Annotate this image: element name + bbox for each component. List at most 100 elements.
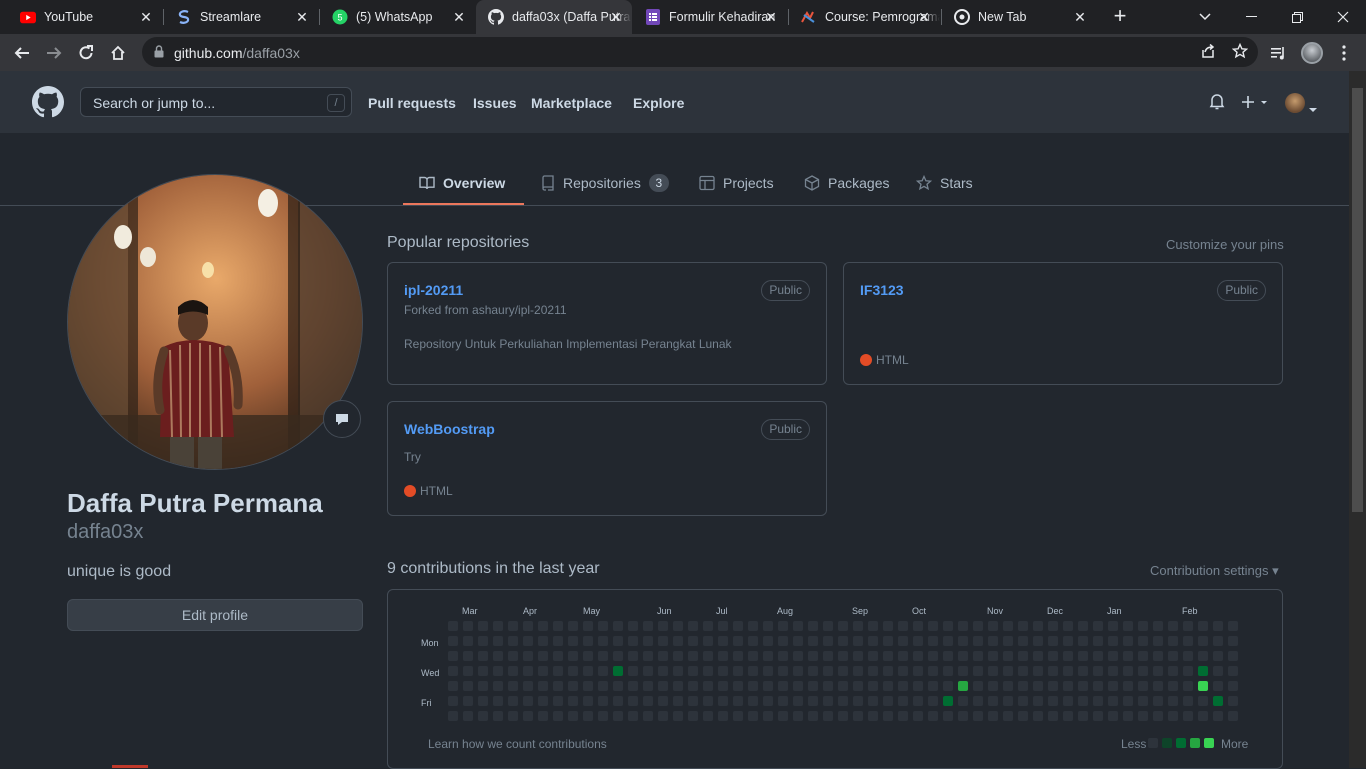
set-status-button[interactable] [323, 400, 361, 438]
contribution-day-cell[interactable] [1093, 651, 1103, 661]
contribution-day-cell[interactable] [1228, 636, 1238, 646]
contribution-day-cell[interactable] [1168, 666, 1178, 676]
contribution-day-cell[interactable] [508, 711, 518, 721]
contribution-day-cell[interactable] [613, 621, 623, 631]
contribution-day-cell[interactable] [1078, 651, 1088, 661]
contribution-day-cell[interactable] [1198, 636, 1208, 646]
contribution-day-cell[interactable] [478, 651, 488, 661]
contribution-day-cell[interactable] [883, 636, 893, 646]
contribution-day-cell[interactable] [1048, 696, 1058, 706]
contribution-day-cell[interactable] [478, 636, 488, 646]
contribution-day-cell[interactable] [763, 651, 773, 661]
contribution-day-cell[interactable] [1093, 696, 1103, 706]
scrollbar-thumb[interactable] [1352, 88, 1363, 512]
close-icon[interactable]: ✕ [608, 9, 624, 25]
contribution-day-cell[interactable] [958, 696, 968, 706]
contribution-day-cell[interactable] [538, 621, 548, 631]
contribution-day-cell[interactable] [523, 696, 533, 706]
contribution-day-cell[interactable] [928, 651, 938, 661]
contribution-day-cell[interactable] [1213, 621, 1223, 631]
nav-issues[interactable]: Issues [473, 95, 517, 111]
contribution-day-cell[interactable] [613, 711, 623, 721]
contribution-day-cell[interactable] [883, 711, 893, 721]
contribution-day-cell[interactable] [763, 636, 773, 646]
contribution-day-cell[interactable] [958, 681, 968, 691]
close-icon[interactable]: ✕ [916, 9, 932, 25]
contribution-day-cell[interactable] [913, 636, 923, 646]
contribution-day-cell[interactable] [883, 651, 893, 661]
contribution-day-cell[interactable] [853, 651, 863, 661]
contribution-day-cell[interactable] [913, 696, 923, 706]
contribution-day-cell[interactable] [1183, 681, 1193, 691]
contribution-day-cell[interactable] [1198, 681, 1208, 691]
contribution-day-cell[interactable] [928, 711, 938, 721]
contribution-day-cell[interactable] [808, 696, 818, 706]
contribution-day-cell[interactable] [733, 636, 743, 646]
reload-button[interactable] [72, 39, 100, 67]
contribution-day-cell[interactable] [793, 696, 803, 706]
tab-overview[interactable]: Overview [419, 172, 505, 194]
contribution-day-cell[interactable] [1003, 681, 1013, 691]
contribution-day-cell[interactable] [508, 621, 518, 631]
contribution-day-cell[interactable] [1168, 621, 1178, 631]
contribution-day-cell[interactable] [808, 711, 818, 721]
tab-projects[interactable]: Projects [699, 172, 774, 194]
share-icon[interactable] [1200, 43, 1216, 64]
contribution-settings-dropdown[interactable]: Contribution settings ▾ [1150, 563, 1279, 579]
contribution-day-cell[interactable] [823, 666, 833, 676]
contribution-day-cell[interactable] [478, 621, 488, 631]
contribution-day-cell[interactable] [553, 651, 563, 661]
browser-menu-icon[interactable] [1330, 39, 1358, 67]
contribution-day-cell[interactable] [1168, 711, 1178, 721]
contribution-day-cell[interactable] [703, 681, 713, 691]
contribution-day-cell[interactable] [928, 621, 938, 631]
contribution-day-cell[interactable] [838, 681, 848, 691]
contribution-day-cell[interactable] [598, 621, 608, 631]
contribution-day-cell[interactable] [943, 696, 953, 706]
contribution-day-cell[interactable] [628, 711, 638, 721]
repo-name-link[interactable]: ipl-20211 [404, 282, 463, 298]
contribution-day-cell[interactable] [463, 666, 473, 676]
contribution-day-cell[interactable] [1198, 651, 1208, 661]
contribution-day-cell[interactable] [1213, 666, 1223, 676]
contribution-day-cell[interactable] [1078, 681, 1088, 691]
contribution-day-cell[interactable] [958, 711, 968, 721]
contribution-day-cell[interactable] [613, 651, 623, 661]
bookmark-star-icon[interactable] [1231, 42, 1249, 64]
contribution-day-cell[interactable] [598, 681, 608, 691]
contribution-day-cell[interactable] [1108, 696, 1118, 706]
contribution-day-cell[interactable] [1108, 681, 1118, 691]
contribution-day-cell[interactable] [703, 711, 713, 721]
contribution-day-cell[interactable] [898, 711, 908, 721]
contribution-day-cell[interactable] [793, 681, 803, 691]
contribution-day-cell[interactable] [463, 636, 473, 646]
contribution-day-cell[interactable] [448, 681, 458, 691]
contribution-day-cell[interactable] [898, 696, 908, 706]
contribution-day-cell[interactable] [868, 651, 878, 661]
contribution-day-cell[interactable] [838, 636, 848, 646]
contribution-day-cell[interactable] [823, 711, 833, 721]
contribution-day-cell[interactable] [793, 666, 803, 676]
contribution-day-cell[interactable] [868, 621, 878, 631]
contribution-day-cell[interactable] [1093, 636, 1103, 646]
contribution-day-cell[interactable] [838, 666, 848, 676]
contribution-day-cell[interactable] [973, 681, 983, 691]
contribution-day-cell[interactable] [463, 696, 473, 706]
contribution-day-cell[interactable] [583, 666, 593, 676]
contribution-day-cell[interactable] [628, 621, 638, 631]
contribution-day-cell[interactable] [718, 651, 728, 661]
contribution-day-cell[interactable] [568, 621, 578, 631]
contribution-day-cell[interactable] [463, 681, 473, 691]
contribution-day-cell[interactable] [508, 636, 518, 646]
contribution-day-cell[interactable] [1153, 711, 1163, 721]
contribution-day-cell[interactable] [703, 651, 713, 661]
contribution-day-cell[interactable] [643, 681, 653, 691]
contribution-day-cell[interactable] [778, 696, 788, 706]
contribution-day-cell[interactable] [478, 666, 488, 676]
contribution-day-cell[interactable] [1048, 636, 1058, 646]
contribution-day-cell[interactable] [778, 681, 788, 691]
contribution-day-cell[interactable] [1213, 651, 1223, 661]
contribution-day-cell[interactable] [643, 636, 653, 646]
contribution-day-cell[interactable] [1213, 711, 1223, 721]
contribution-day-cell[interactable] [1213, 696, 1223, 706]
